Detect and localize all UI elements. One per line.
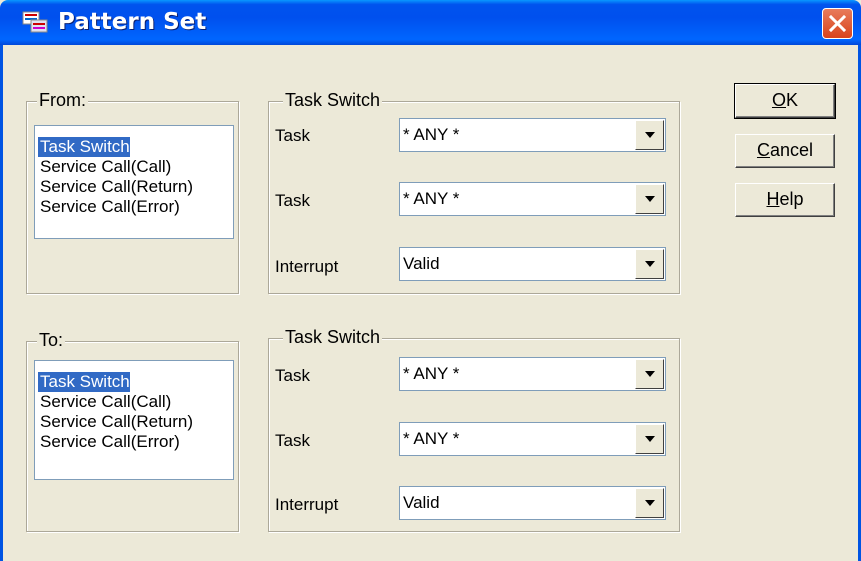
to-list-item-service-call-call[interactable]: Service Call(Call) [38,392,171,412]
from-interrupt-value: Valid [403,254,440,273]
help-button[interactable]: Help [735,183,835,217]
from-task-label-1: Task [275,126,310,145]
to-interrupt-label: Interrupt [275,495,339,514]
to-task-value-2: * ANY * [403,429,460,448]
help-mnemonic: H [766,189,780,209]
to-task-combo-1[interactable]: * ANY * [399,357,666,391]
to-task-label-1: Task [275,366,310,385]
window-border-left [0,45,3,561]
close-icon [829,15,846,32]
cancel-label: ancel [769,140,814,160]
to-task-value-1: * ANY * [403,364,460,383]
from-group-label: From: [37,90,88,110]
from-task-dropdown-1[interactable] [635,120,664,150]
help-label: elp [779,189,804,209]
from-interrupt-label: Interrupt [275,257,339,276]
to-list-item-service-call-return[interactable]: Service Call(Return) [38,412,193,432]
from-task-label-2: Task [275,191,310,210]
to-group-label: To: [37,330,66,350]
to-list-item-task-switch[interactable]: Task Switch [38,372,130,392]
dropdown-arrow-icon [645,436,655,442]
to-interrupt-combo[interactable]: Valid [399,486,666,520]
to-interrupt-value: Valid [403,493,440,512]
from-list-item-service-call-return[interactable]: Service Call(Return) [38,177,193,197]
from-task-combo-1[interactable]: * ANY * [399,118,666,152]
dropdown-arrow-icon [645,500,655,506]
cancel-mnemonic: C [756,140,770,160]
dropdown-arrow-icon [645,261,655,267]
window-title: Pattern Set [58,9,207,35]
ok-button[interactable]: OK [734,83,836,119]
ok-label: K [786,90,799,110]
from-list-item-task-switch[interactable]: Task Switch [38,137,130,157]
dropdown-arrow-icon [645,371,655,377]
pattern-set-dialog: Pattern Set From: Task Switch Service Ca… [0,0,861,561]
from-task-value-1: * ANY * [403,125,460,144]
to-task-label-2: Task [275,431,310,450]
from-list-item-service-call-error[interactable]: Service Call(Error) [38,197,180,217]
close-button[interactable] [822,8,853,39]
from-listbox[interactable]: Task Switch Service Call(Call) Service C… [34,125,234,239]
to-task-dropdown-2[interactable] [635,424,664,454]
to-listbox[interactable]: Task Switch Service Call(Call) Service C… [34,360,234,480]
dropdown-arrow-icon [645,196,655,202]
from-task-value-2: * ANY * [403,189,460,208]
pattern-app-icon [22,11,48,33]
to-list-item-service-call-error[interactable]: Service Call(Error) [38,432,180,452]
to-interrupt-dropdown[interactable] [635,488,664,518]
from-list-item-service-call-call[interactable]: Service Call(Call) [38,157,171,177]
from-task-dropdown-2[interactable] [635,184,664,214]
from-task-switch-label: Task Switch [283,90,383,110]
to-task-dropdown-1[interactable] [635,359,664,389]
to-task-switch-label: Task Switch [283,327,383,347]
from-task-combo-2[interactable]: * ANY * [399,182,666,216]
title-bar[interactable]: Pattern Set [0,0,861,45]
dropdown-arrow-icon [645,132,655,138]
from-interrupt-combo[interactable]: Valid [399,247,666,281]
to-task-combo-2[interactable]: * ANY * [399,422,666,456]
cancel-button[interactable]: Cancel [735,134,835,168]
ok-mnemonic: O [771,90,786,110]
from-interrupt-dropdown[interactable] [635,249,664,279]
